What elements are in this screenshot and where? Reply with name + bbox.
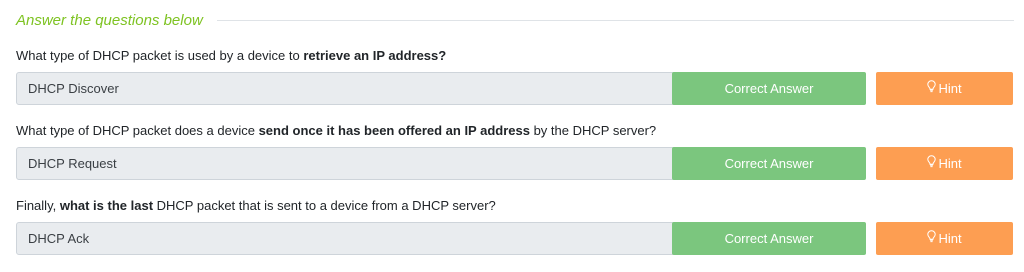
question-text: What type of DHCP packet is used by a de… xyxy=(16,46,1014,66)
correct-answer-label: Correct Answer xyxy=(724,156,814,171)
hint-label: Hint xyxy=(938,231,962,246)
answer-field[interactable]: DHCP Request xyxy=(16,147,677,180)
section-divider xyxy=(216,19,1014,21)
question-text-emphasis: retrieve an IP address? xyxy=(303,48,447,63)
question-text: What type of DHCP packet does a device s… xyxy=(16,121,1014,141)
hint-button[interactable]: Hint xyxy=(876,222,1013,255)
question-text-emphasis: what is the last xyxy=(59,198,154,213)
question-3: Finally, what is the last DHCP packet th… xyxy=(16,196,1014,255)
answer-row: DHCP Request Correct Answer Hint xyxy=(16,147,1014,180)
hint-button[interactable]: Hint xyxy=(876,72,1013,105)
answer-field[interactable]: DHCP Ack xyxy=(16,222,677,255)
question-1: What type of DHCP packet is used by a de… xyxy=(16,46,1014,105)
correct-answer-label: Correct Answer xyxy=(724,231,814,246)
question-text-prefix: What type of DHCP packet is used by a de… xyxy=(16,48,304,63)
question-text-prefix: Finally, xyxy=(16,198,60,213)
hint-label: Hint xyxy=(938,81,962,96)
question-text-prefix: What type of DHCP packet does a device xyxy=(16,123,259,138)
hint-label: Hint xyxy=(938,156,962,171)
lightbulb-icon xyxy=(927,222,937,255)
section-title: Answer the questions below xyxy=(16,11,203,29)
question-text-suffix: by the DHCP server? xyxy=(529,123,657,138)
lightbulb-icon xyxy=(927,72,937,105)
correct-answer-button[interactable]: Correct Answer xyxy=(672,147,866,180)
question-2: What type of DHCP packet does a device s… xyxy=(16,121,1014,180)
question-text-suffix: DHCP packet that is sent to a device fro… xyxy=(153,198,496,213)
correct-answer-label: Correct Answer xyxy=(724,81,814,96)
section-header: Answer the questions below xyxy=(16,9,1014,31)
lightbulb-icon xyxy=(927,147,937,180)
question-text-emphasis: send once it has been offered an IP addr… xyxy=(258,123,530,138)
answer-field[interactable]: DHCP Discover xyxy=(16,72,677,105)
correct-answer-button[interactable]: Correct Answer xyxy=(672,222,866,255)
answer-row: DHCP Ack Correct Answer Hint xyxy=(16,222,1014,255)
correct-answer-button[interactable]: Correct Answer xyxy=(672,72,866,105)
question-text: Finally, what is the last DHCP packet th… xyxy=(16,196,1014,216)
hint-button[interactable]: Hint xyxy=(876,147,1013,180)
answer-row: DHCP Discover Correct Answer Hint xyxy=(16,72,1014,105)
